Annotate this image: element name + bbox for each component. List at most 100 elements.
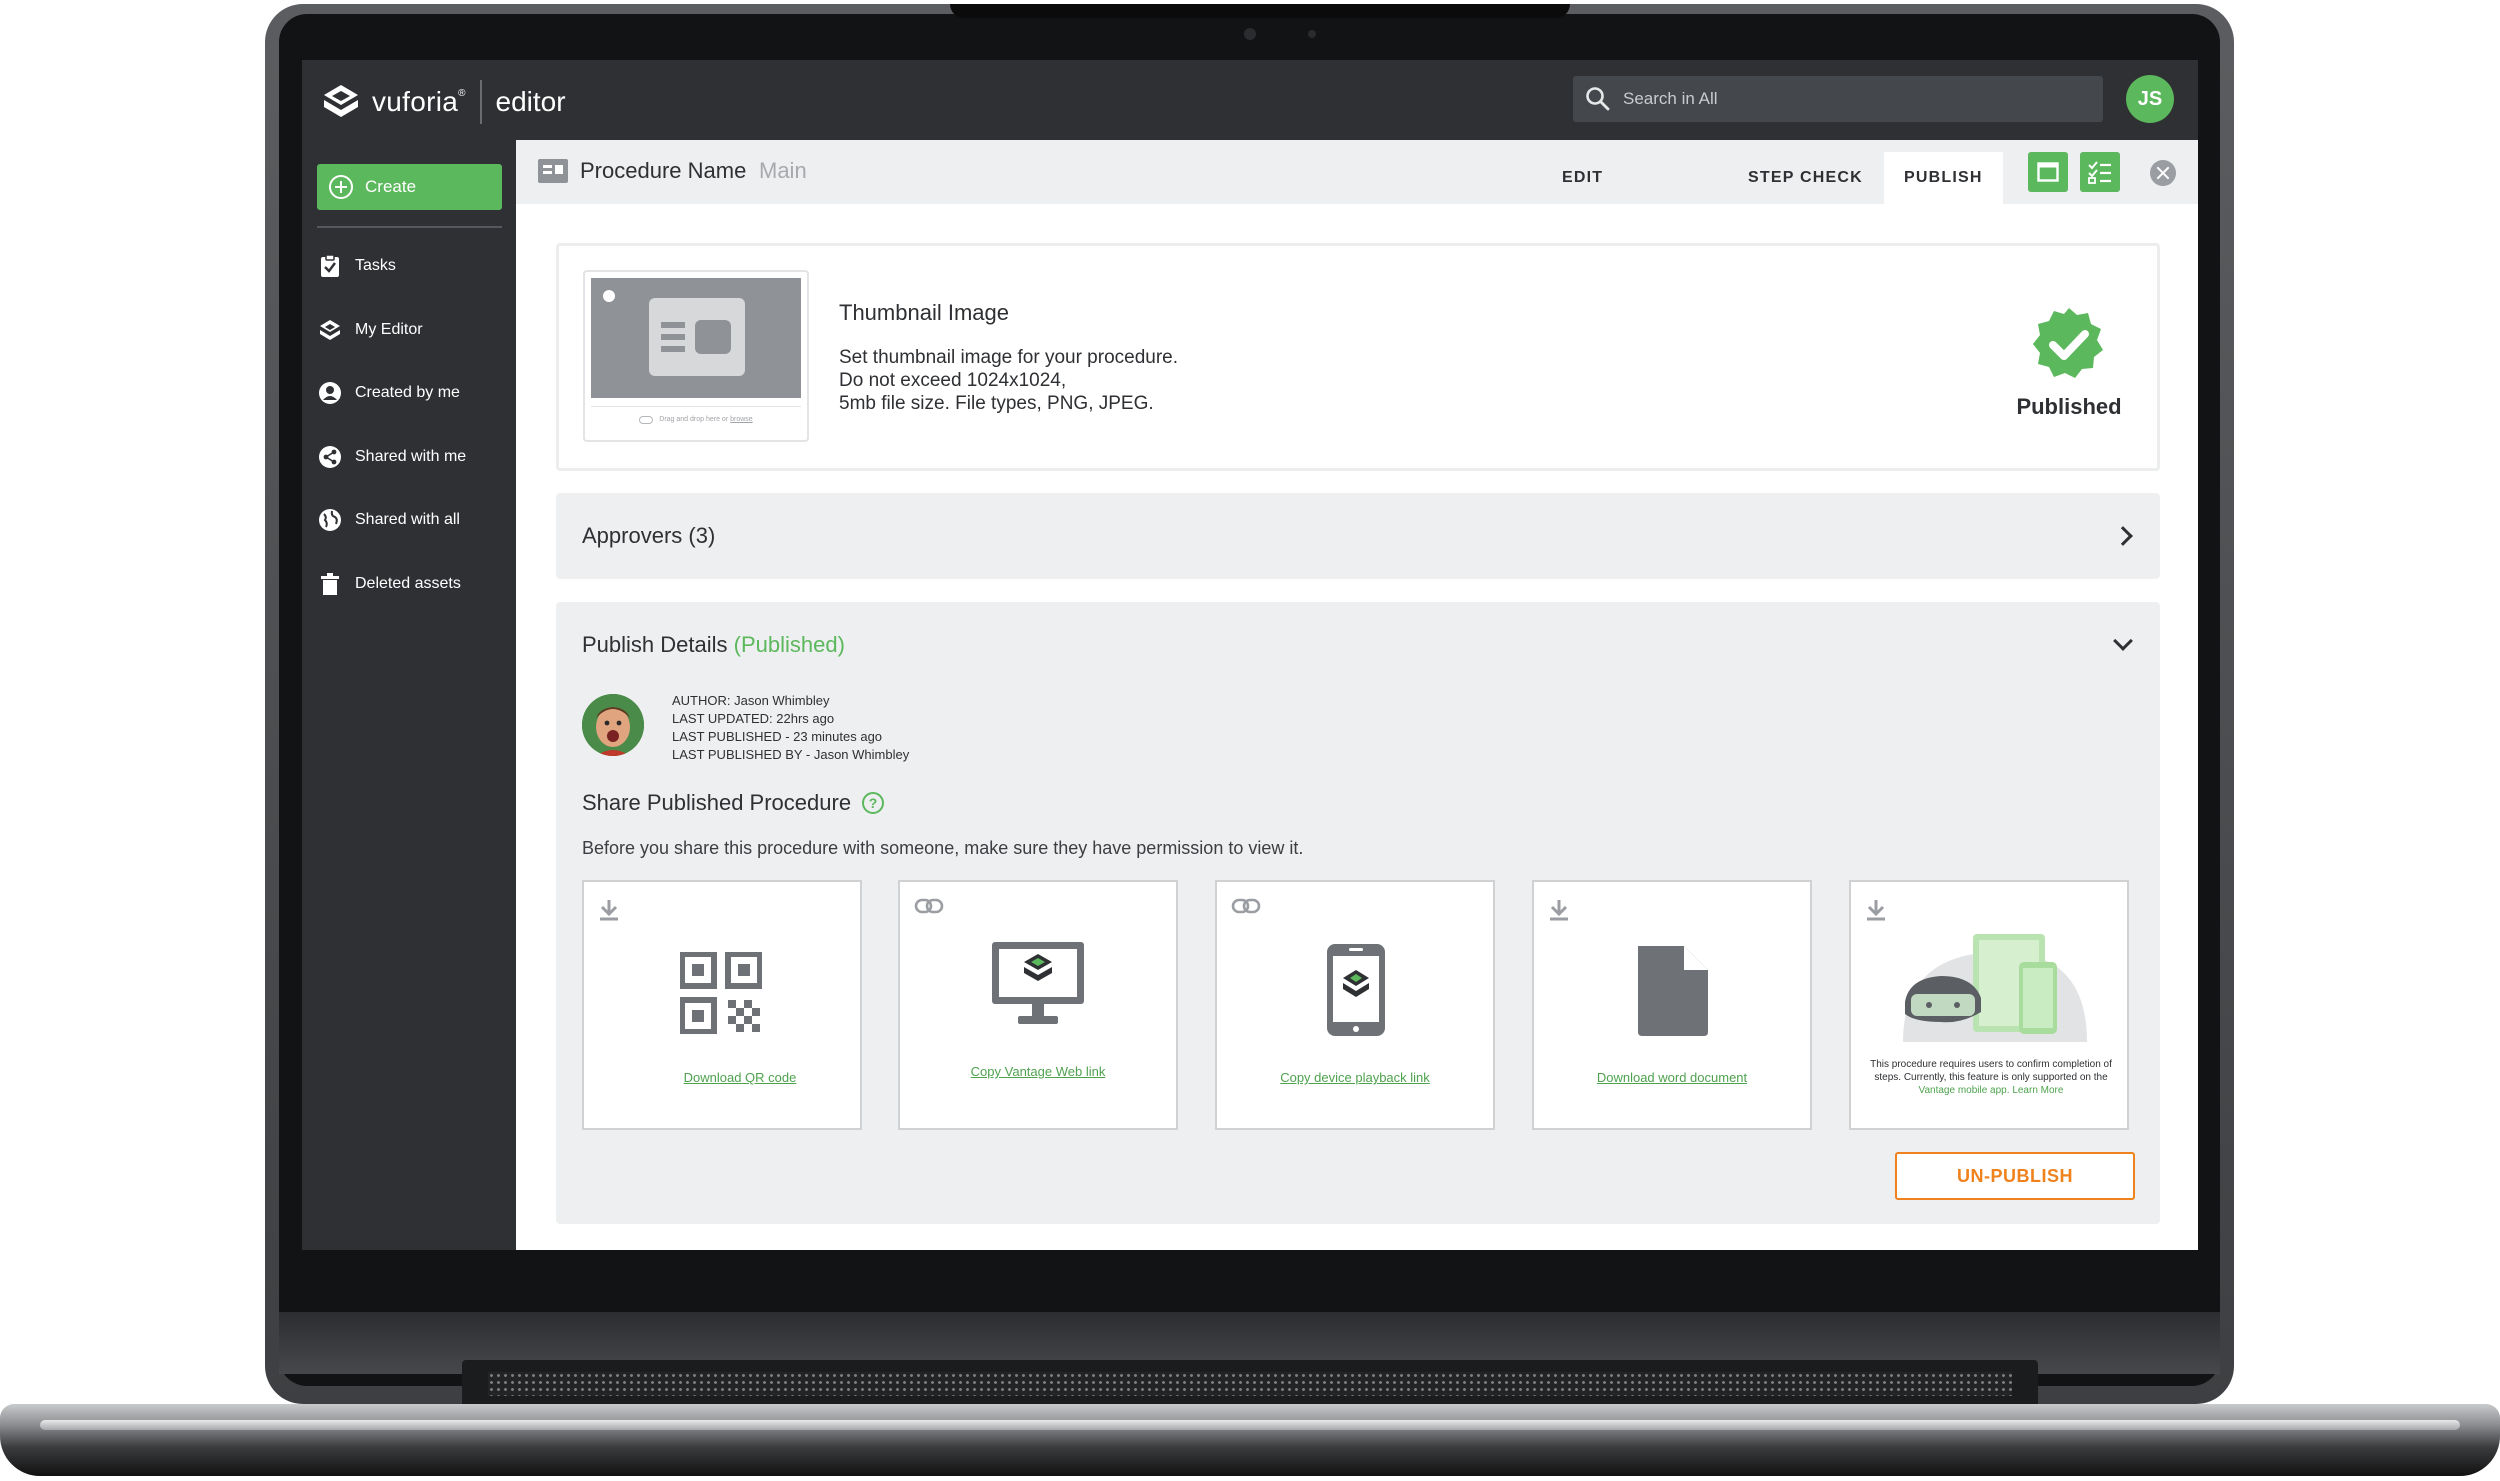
- meta-last-published: LAST PUBLISHED - 23 minutes ago: [672, 729, 883, 744]
- author-avatar: [582, 694, 644, 756]
- thumbnail-desc-line: Set thumbnail image for your procedure.: [839, 347, 1179, 368]
- vantage-note-text: This procedure requires users to confirm…: [1870, 1059, 2112, 1083]
- download-qr-link[interactable]: Download QR code: [584, 1070, 860, 1085]
- chevron-down-icon[interactable]: [2113, 631, 2133, 651]
- brand-name: vuforia: [372, 86, 459, 117]
- publish-details-panel: Publish Details (Published) AUTHOR: Jaso…: [556, 602, 2160, 1224]
- search-placeholder: Search in All: [1623, 89, 1718, 108]
- published-badge-icon: [2033, 308, 2103, 378]
- placeholder-image-icon: [649, 298, 745, 376]
- download-word-link[interactable]: Download word document: [1534, 1070, 1810, 1085]
- app-logo[interactable]: vuforia ® editor: [322, 80, 566, 124]
- tab-edit[interactable]: EDIT: [1562, 152, 1603, 204]
- close-icon[interactable]: [2150, 160, 2176, 186]
- layers-icon: [317, 317, 343, 343]
- laptop-base: [0, 1404, 2500, 1476]
- help-icon[interactable]: ?: [862, 792, 884, 814]
- sidebar-item-shared-with-me[interactable]: Shared with me: [317, 437, 507, 477]
- clipboard-check-icon: [317, 253, 343, 279]
- checklist-icon: [2088, 161, 2111, 184]
- unpublish-button[interactable]: UN-PUBLISH: [1895, 1152, 2135, 1200]
- vuforia-logo-icon: [324, 85, 358, 117]
- user-circle-icon: [317, 380, 343, 406]
- share-card-word[interactable]: Download word document: [1532, 880, 1812, 1130]
- user-avatar[interactable]: JS: [2126, 75, 2174, 123]
- thumbnail-desc-line: Do not exceed 1024x1024,: [839, 370, 1067, 391]
- sidebar-item-label: Deleted assets: [355, 575, 461, 592]
- thumbnail-preview[interactable]: Drag and drop here or browse: [583, 270, 809, 442]
- download-icon[interactable]: [1548, 898, 1570, 922]
- procedure-icon: [538, 159, 568, 183]
- speaker-grille: [488, 1372, 2012, 1396]
- download-icon[interactable]: [1865, 898, 1887, 922]
- preview-window-button[interactable]: [2028, 152, 2068, 192]
- search-input[interactable]: Search in All: [1573, 76, 2103, 122]
- link-icon[interactable]: [1231, 898, 1261, 914]
- share-title: Share Published Procedure: [582, 790, 852, 815]
- checklist-button[interactable]: [2080, 152, 2120, 192]
- meta-last-published-by: LAST PUBLISHED BY - Jason Whimbley: [672, 747, 910, 762]
- sidebar-item-label: Shared with all: [355, 511, 460, 528]
- camera-sensor-icon: [1308, 30, 1316, 38]
- product-name: editor: [495, 86, 566, 117]
- thumbnail-description: Set thumbnail image for your procedure. …: [839, 346, 1178, 415]
- remove-thumbnail-icon[interactable]: [601, 288, 617, 304]
- share-card-web[interactable]: Copy Vantage Web link: [898, 880, 1178, 1130]
- approvers-title: Approvers (3): [582, 523, 716, 548]
- sidebar-divider: [317, 226, 502, 228]
- copy-web-link[interactable]: Copy Vantage Web link: [900, 1064, 1176, 1079]
- publish-details-label: Publish Details: [582, 632, 728, 657]
- published-status: Published: [2016, 394, 2122, 419]
- publish-details-title: Publish Details (Published): [582, 632, 845, 658]
- sidebar-item-label: My Editor: [355, 321, 423, 338]
- sidebar-item-my-editor[interactable]: My Editor: [317, 310, 507, 350]
- sidebar-item-shared-with-all[interactable]: Shared with all: [317, 500, 507, 540]
- window-icon: [2037, 162, 2059, 182]
- download-icon[interactable]: [598, 898, 620, 922]
- logo-divider: [479, 80, 482, 124]
- share-card-qr[interactable]: Download QR code: [582, 880, 862, 1130]
- tab-publish[interactable]: PUBLISH: [1884, 152, 2003, 204]
- meta-author: AUTHOR: Jason Whimbley: [672, 693, 830, 708]
- laptop-base-highlight: [40, 1420, 2460, 1430]
- procedure-name: Procedure Name: [580, 158, 747, 183]
- drop-hint: Drag and drop here or: [659, 416, 729, 423]
- copy-device-link[interactable]: Copy device playback link: [1217, 1070, 1493, 1085]
- thumbnail-card: Drag and drop here or browse Thumbnail I…: [556, 243, 2160, 471]
- share-description: Before you share this procedure with som…: [582, 838, 1304, 858]
- share-icon: [317, 444, 343, 470]
- sidebar-item-deleted-assets[interactable]: Deleted assets: [317, 564, 507, 604]
- procedure-branch: Main: [759, 158, 807, 183]
- sidebar-item-label: Created by me: [355, 384, 460, 401]
- create-button[interactable]: Create: [317, 164, 502, 210]
- thumbnail-desc-line: 5mb file size. File types, PNG, JPEG.: [839, 393, 1154, 414]
- top-bar: vuforia ® editor Search in All JS: [302, 60, 2198, 140]
- browse-link[interactable]: browse: [730, 416, 753, 423]
- main-content: Procedure Name Main EDIT STEP CHECK PUBL…: [516, 140, 2198, 1250]
- sidebar-item-label: Tasks: [355, 257, 396, 274]
- thumbnail-drop-zone[interactable]: Drag and drop here or browse: [591, 406, 801, 432]
- approvers-panel[interactable]: Approvers (3): [556, 493, 2160, 579]
- brand-trademark: ®: [458, 88, 466, 99]
- sidebar: Create Tasks My Editor Created by me Sha…: [302, 140, 516, 1250]
- tab-step-check[interactable]: STEP CHECK: [1748, 152, 1863, 204]
- chevron-right-icon[interactable]: [2113, 526, 2133, 546]
- document-icon: [1638, 946, 1708, 1036]
- vantage-note: This procedure requires users to confirm…: [1865, 1058, 2117, 1097]
- create-label: Create: [365, 177, 417, 196]
- vantage-app-link[interactable]: Vantage mobile app.: [1919, 1085, 2010, 1096]
- sidebar-item-created-by-me[interactable]: Created by me: [317, 373, 507, 413]
- thumbnail-image: [591, 278, 801, 398]
- share-card-device[interactable]: Copy device playback link: [1215, 880, 1495, 1130]
- publish-status-label: (Published): [733, 632, 845, 657]
- plus-circle-icon: [329, 175, 353, 199]
- learn-more-link[interactable]: Learn More: [2012, 1085, 2063, 1096]
- upload-cloud-icon: [639, 415, 654, 424]
- app-screen: vuforia ® editor Search in All JS Create…: [302, 60, 2198, 1250]
- link-icon[interactable]: [914, 898, 944, 914]
- procedure-header: Procedure Name Main EDIT STEP CHECK PUBL…: [516, 140, 2198, 204]
- trash-icon: [317, 571, 343, 597]
- share-card-vantage[interactable]: This procedure requires users to confirm…: [1849, 880, 2129, 1130]
- monitor-icon: [992, 942, 1084, 1024]
- sidebar-item-tasks[interactable]: Tasks: [317, 246, 507, 286]
